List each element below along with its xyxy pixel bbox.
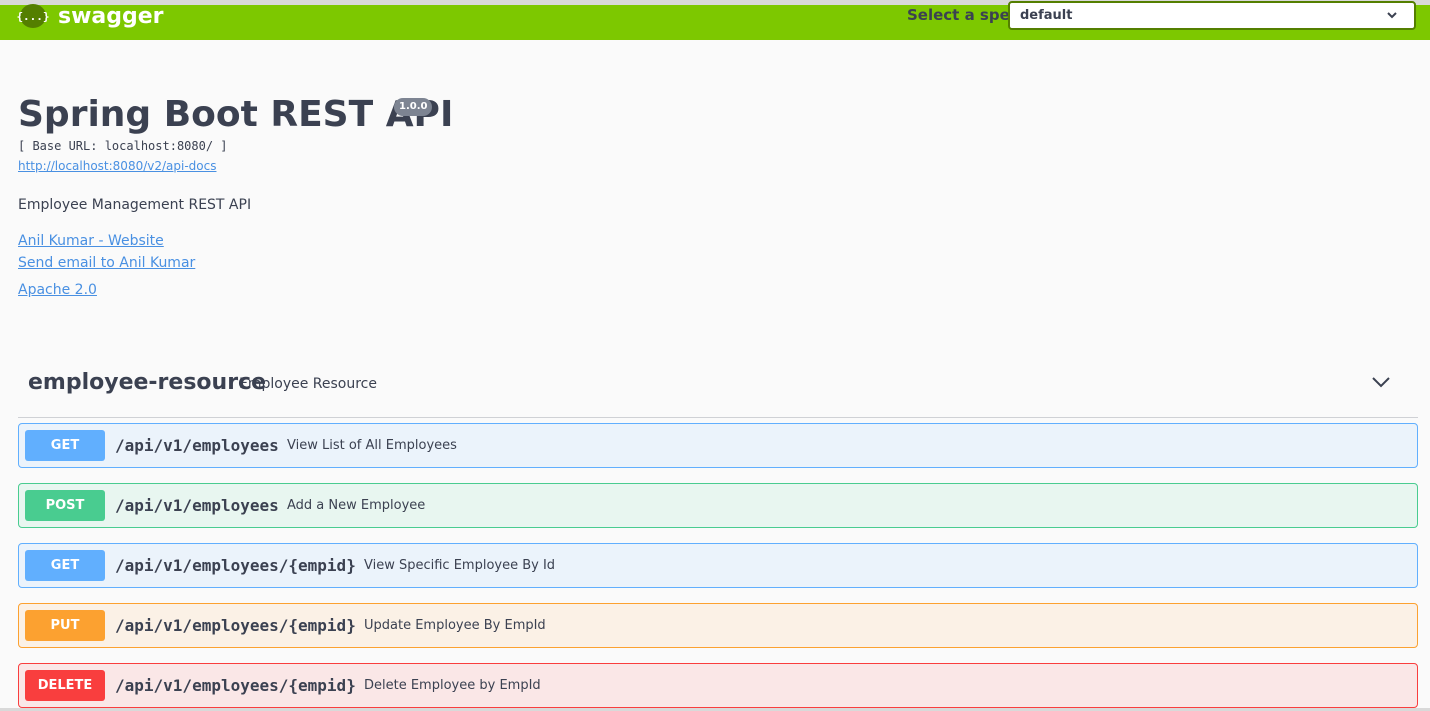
- method-badge: GET: [25, 430, 105, 461]
- swagger-topbar: {...} swagger Select a spec default: [0, 1, 1430, 40]
- operation-path: /api/v1/employees/{empid}: [115, 556, 356, 575]
- spec-select-value: default: [1020, 8, 1073, 23]
- select-spec-label: Select a spec: [907, 6, 1019, 24]
- tag-name: employee-resource: [28, 370, 267, 395]
- api-description: Employee Management REST API: [18, 197, 252, 213]
- tag-header-employee-resource[interactable]: employee-resource Employee Resource: [18, 360, 1418, 418]
- operation-summary: Delete Employee by EmpId: [364, 678, 541, 693]
- method-badge: PUT: [25, 610, 105, 641]
- spec-select[interactable]: default: [1008, 1, 1416, 30]
- swagger-logo-text: swagger: [58, 3, 164, 29]
- operation-path: /api/v1/employees/{empid}: [115, 616, 356, 635]
- version-badge: 1.0.0: [394, 98, 433, 116]
- operation-summary: Update Employee By EmpId: [364, 618, 546, 633]
- operation-get-employees[interactable]: GET /api/v1/employees View List of All E…: [18, 423, 1418, 468]
- operation-summary: Add a New Employee: [287, 498, 426, 513]
- swagger-logo-icon: {...}: [16, 4, 50, 28]
- chevron-down-icon[interactable]: [1371, 375, 1391, 389]
- website-link[interactable]: Anil Kumar - Website: [18, 233, 164, 249]
- method-badge: GET: [25, 550, 105, 581]
- base-url: [ Base URL: localhost:8080/ ]: [18, 139, 228, 153]
- email-link[interactable]: Send email to Anil Kumar: [18, 255, 195, 271]
- method-badge: POST: [25, 490, 105, 521]
- method-badge: DELETE: [25, 670, 105, 701]
- page-title: Spring Boot REST API: [18, 94, 454, 135]
- operation-path: /api/v1/employees/{empid}: [115, 676, 356, 695]
- operation-path: /api/v1/employees: [115, 436, 279, 455]
- chevron-down-icon: [1387, 12, 1397, 19]
- operation-get-employee-by-id[interactable]: GET /api/v1/employees/{empid} View Speci…: [18, 543, 1418, 588]
- operation-put-employee[interactable]: PUT /api/v1/employees/{empid} Update Emp…: [18, 603, 1418, 648]
- license-link[interactable]: Apache 2.0: [18, 282, 97, 298]
- operation-summary: View List of All Employees: [287, 438, 457, 453]
- operation-path: /api/v1/employees: [115, 496, 279, 515]
- operation-summary: View Specific Employee By Id: [364, 558, 556, 573]
- tag-description: Employee Resource: [239, 376, 377, 392]
- swagger-logo[interactable]: {...} swagger: [16, 3, 164, 29]
- operation-delete-employee[interactable]: DELETE /api/v1/employees/{empid} Delete …: [18, 663, 1418, 708]
- operation-post-employees[interactable]: POST /api/v1/employees Add a New Employe…: [18, 483, 1418, 528]
- api-docs-link[interactable]: http://localhost:8080/v2/api-docs: [18, 159, 216, 173]
